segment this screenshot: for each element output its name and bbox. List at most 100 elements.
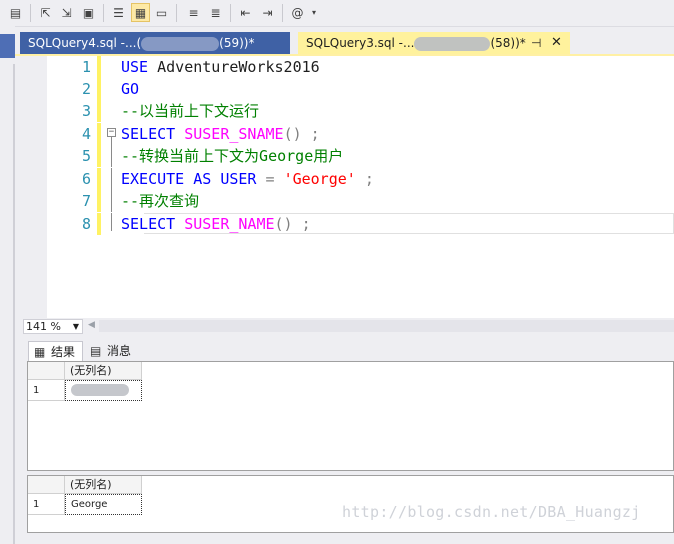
- line-number: 6: [81, 170, 91, 188]
- messages-icon: ▤: [90, 344, 102, 358]
- change-marker: [97, 78, 101, 100]
- tab-messages-label: 消息: [107, 344, 132, 358]
- change-marker: [97, 145, 101, 167]
- toolbar-overflow-icon[interactable]: ▾: [309, 4, 319, 21]
- fold-line: [111, 145, 112, 167]
- decrease-indent-icon[interactable]: ⇤: [237, 4, 254, 21]
- change-marker: [97, 56, 101, 78]
- tab-messages[interactable]: ▤ 消息: [85, 341, 141, 361]
- code-line[interactable]: 4 − SELECT SUSER_SNAME() ;: [23, 123, 650, 145]
- line-number: 8: [81, 215, 91, 233]
- keyword: EXECUTE AS USER: [121, 170, 257, 188]
- close-icon[interactable]: ✕: [551, 32, 562, 54]
- keyword: SELECT: [121, 215, 176, 233]
- pane-icon[interactable]: ▤: [7, 4, 24, 21]
- indent-icon[interactable]: ⇱: [37, 4, 54, 21]
- horizontal-scrollbar[interactable]: [99, 320, 674, 332]
- tab-results-label: 结果: [51, 345, 76, 359]
- operator: =: [256, 170, 284, 188]
- code-line[interactable]: 3 --以当前上下文运行: [23, 100, 650, 122]
- function-name: SUSER_SNAME: [184, 125, 284, 143]
- column-header[interactable]: (无列名): [65, 476, 142, 494]
- line-number: 1: [81, 58, 91, 76]
- code-line[interactable]: 6 EXECUTE AS USER = 'George' ;: [23, 168, 650, 190]
- results-grid-1[interactable]: (无列名) 1: [27, 361, 674, 471]
- zoom-select[interactable]: 141 % ▼: [23, 319, 83, 334]
- result-cell[interactable]: [65, 380, 142, 401]
- line-number: 4: [81, 125, 91, 143]
- query-editor[interactable]: 1 USE AdventureWorks2016 2 GO 3 --以当前上下文…: [23, 56, 674, 318]
- column-header[interactable]: (无列名): [65, 362, 142, 380]
- change-marker: [97, 123, 101, 145]
- toolbar: ▤ ⇱ ⇲ ▣ ☰ ▦ ▭ ≡ ≣ ⇤ ⇥ @ ▾: [0, 0, 674, 27]
- change-marker: [97, 213, 101, 235]
- scroll-left-icon[interactable]: ◀: [88, 320, 95, 330]
- redacted-server-name: [414, 36, 491, 51]
- tab-sqlquery3[interactable]: SQLQuery3.sql -... (58))* ⊣ ✕: [298, 32, 570, 54]
- toolbar-separator: [282, 4, 283, 22]
- punctuation: () ;: [274, 215, 311, 233]
- tab-results[interactable]: ▦ 结果: [28, 341, 83, 361]
- identifier: AdventureWorks2016: [148, 58, 320, 76]
- punctuation: () ;: [283, 125, 320, 143]
- row-number[interactable]: 1: [28, 494, 65, 515]
- tab-title-prefix: SQLQuery3.sql -...: [306, 36, 415, 50]
- keyword: GO: [121, 80, 140, 98]
- outdent-icon[interactable]: ⇲: [58, 4, 75, 21]
- line-number: 2: [81, 80, 91, 98]
- result-cell[interactable]: George: [65, 494, 142, 515]
- chevron-down-icon[interactable]: ▼: [73, 320, 79, 333]
- toolbar-separator: [176, 4, 177, 22]
- results-grid-icon[interactable]: ▦: [131, 3, 150, 22]
- editor-status-bar: 141 % ▼ ◀: [23, 318, 674, 335]
- dock-splitter[interactable]: [13, 64, 15, 544]
- line-number: 3: [81, 102, 91, 120]
- tab-sqlquery4[interactable]: SQLQuery4.sql -...( (59))*: [20, 32, 290, 54]
- comment-icon[interactable]: ≡: [185, 4, 202, 21]
- row-number[interactable]: 1: [28, 380, 65, 401]
- code-line[interactable]: 2 GO: [23, 78, 650, 100]
- grid-corner[interactable]: [28, 362, 65, 380]
- code-line[interactable]: 5 --转换当前上下文为George用户: [23, 145, 650, 167]
- specify-values-icon[interactable]: @: [289, 4, 306, 21]
- toolbar-separator: [230, 4, 231, 22]
- toolbar-separator: [30, 4, 31, 22]
- grid-icon: ▦: [34, 345, 46, 359]
- function-name: SUSER_NAME: [184, 215, 275, 233]
- results-text-icon[interactable]: ☰: [110, 4, 127, 21]
- redacted-login-name: [71, 384, 129, 396]
- object-explorer-tab[interactable]: [0, 34, 15, 58]
- collapse-toggle-icon[interactable]: −: [107, 128, 116, 137]
- comment: --以当前上下文运行: [121, 102, 260, 120]
- string-literal: 'George': [283, 170, 356, 188]
- line-number: 7: [81, 192, 91, 210]
- fold-line: [111, 190, 112, 212]
- comment: --再次查询: [121, 192, 200, 210]
- keyword: SELECT: [121, 125, 176, 143]
- change-marker: [97, 168, 101, 190]
- document-tabstrip: SQLQuery4.sql -...( (59))* SQLQuery3.sql …: [15, 32, 674, 56]
- results-tabstrip: ▦ 结果 ▤ 消息: [23, 339, 674, 361]
- comment: --转换当前上下文为George用户: [121, 147, 344, 165]
- code-line[interactable]: 7 --再次查询: [23, 190, 650, 212]
- display-plan-icon[interactable]: ▣: [80, 4, 97, 21]
- change-marker: [97, 190, 101, 212]
- punctuation: ;: [355, 170, 374, 188]
- results-file-icon[interactable]: ▭: [153, 4, 170, 21]
- fold-line: [111, 213, 112, 231]
- watermark: http://blog.csdn.net/DBA_Huangzj: [342, 503, 641, 521]
- toolbar-separator: [103, 4, 104, 22]
- left-dock-strip: [0, 26, 15, 544]
- uncomment-icon[interactable]: ≣: [207, 4, 224, 21]
- increase-indent-icon[interactable]: ⇥: [259, 4, 276, 21]
- line-number: 5: [81, 147, 91, 165]
- code-line-current[interactable]: 8 SELECT SUSER_NAME() ;: [23, 213, 674, 235]
- change-marker: [97, 100, 101, 122]
- code-line[interactable]: 1 USE AdventureWorks2016: [23, 56, 650, 78]
- tab-title-suffix: (58))*: [490, 36, 526, 50]
- fold-line: [111, 137, 112, 145]
- grid-corner[interactable]: [28, 476, 65, 494]
- pin-icon[interactable]: ⊣: [531, 32, 541, 54]
- tab-title-suffix: (59))*: [219, 36, 255, 50]
- tab-title-prefix: SQLQuery4.sql -...(: [28, 36, 142, 50]
